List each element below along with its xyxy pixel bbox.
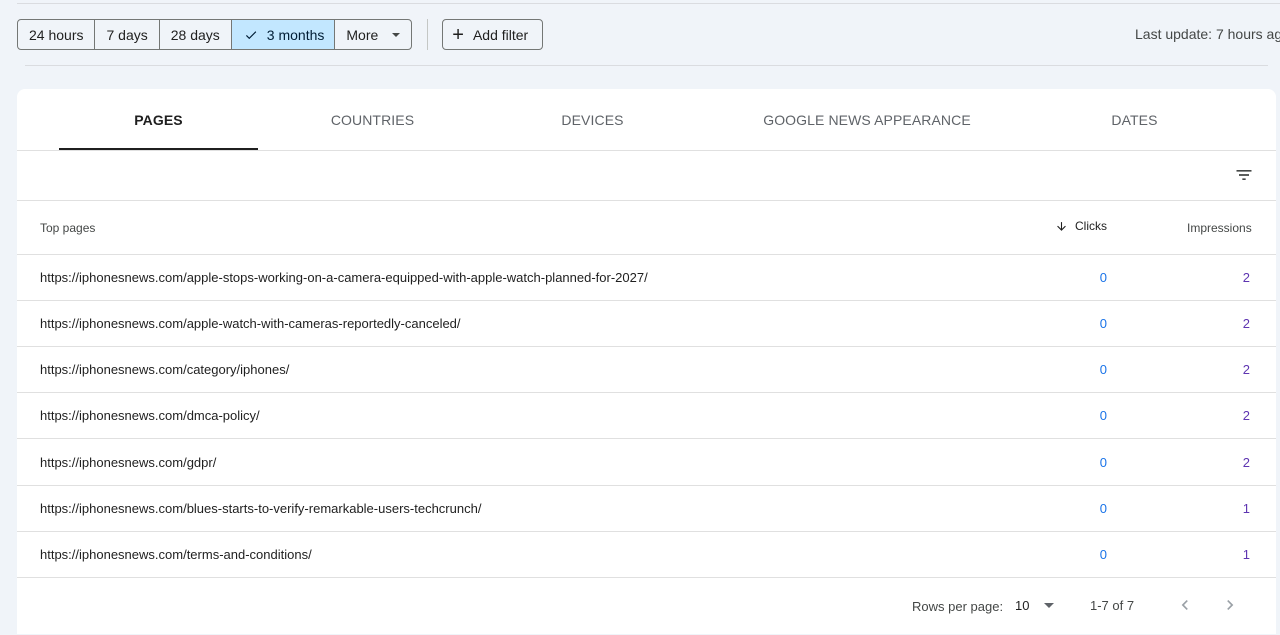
add-filter-label: Add filter xyxy=(472,26,529,43)
table-row[interactable]: https://iphonesnews.com/apple-watch-with… xyxy=(17,301,1276,347)
clicks-value: 0 xyxy=(1099,455,1107,470)
clicks-value: 0 xyxy=(1099,362,1107,377)
toolbar-bottom-divider xyxy=(25,65,1268,66)
chevron-down-icon[interactable] xyxy=(1044,603,1054,608)
tab-google-news-appearance[interactable]: GOOGLE NEWS APPEARANCE xyxy=(757,89,977,150)
clicks-value: 0 xyxy=(1099,408,1107,423)
date-range-selector: 24 hours 7 days 28 days 3 months More xyxy=(17,19,413,50)
clicks-value: 0 xyxy=(1099,547,1107,562)
clicks-value: 0 xyxy=(1099,501,1107,516)
impressions-value: 1 xyxy=(1242,547,1250,562)
toolbar-divider xyxy=(427,19,429,50)
table-row[interactable]: https://iphonesnews.com/dmca-policy/ 0 2 xyxy=(17,393,1276,439)
table-row[interactable]: https://iphonesnews.com/apple-stops-work… xyxy=(17,255,1276,301)
impressions-value: 1 xyxy=(1242,501,1250,516)
range-7-days-button[interactable]: 7 days xyxy=(95,20,160,49)
impressions-value: 2 xyxy=(1242,455,1250,470)
filter-toolbar: 24 hours 7 days 28 days 3 months More + … xyxy=(17,19,1280,50)
page-url[interactable]: https://iphonesnews.com/apple-stops-work… xyxy=(40,270,648,285)
check-icon xyxy=(245,30,257,39)
top-divider xyxy=(17,3,1280,4)
filter-list-icon[interactable] xyxy=(1234,165,1254,185)
tab-countries[interactable]: COUNTRIES xyxy=(273,89,472,150)
column-header-pages: Top pages xyxy=(40,221,96,235)
range-24-hours-button[interactable]: 24 hours xyxy=(18,20,96,49)
tab-dates[interactable]: DATES xyxy=(1035,89,1234,150)
column-header-clicks[interactable]: Clicks xyxy=(1055,219,1107,233)
impressions-value: 2 xyxy=(1242,270,1250,285)
plus-icon: + xyxy=(452,23,464,46)
impressions-value: 2 xyxy=(1242,316,1250,331)
table-row[interactable]: https://iphonesnews.com/terms-and-condit… xyxy=(17,532,1276,578)
table-row[interactable]: https://iphonesnews.com/gdpr/ 0 2 xyxy=(17,440,1276,486)
table-row[interactable]: https://iphonesnews.com/blues-starts-to-… xyxy=(17,486,1276,532)
chevron-down-icon xyxy=(392,32,401,37)
tab-label: PAGES xyxy=(134,111,183,128)
report-table-card: PAGES COUNTRIES DEVICES GOOGLE NEWS APPE… xyxy=(17,89,1276,634)
tab-label: GOOGLE NEWS APPEARANCE xyxy=(763,111,971,128)
range-label: 24 hours xyxy=(29,26,84,43)
active-tab-indicator xyxy=(59,148,258,150)
arrow-down-icon xyxy=(1057,221,1066,231)
more-ranges-button[interactable]: More xyxy=(335,20,411,49)
tab-label: DEVICES xyxy=(561,111,624,128)
page-url[interactable]: https://iphonesnews.com/gdpr/ xyxy=(40,455,216,470)
page-url[interactable]: https://iphonesnews.com/terms-and-condit… xyxy=(40,547,312,562)
clicks-value: 0 xyxy=(1099,270,1107,285)
clicks-header-label: Clicks xyxy=(1075,219,1107,233)
chevron-left-icon[interactable] xyxy=(1175,595,1195,615)
page-url[interactable]: https://iphonesnews.com/category/iphones… xyxy=(40,362,289,377)
range-label: 3 months xyxy=(266,26,325,43)
page-url[interactable]: https://iphonesnews.com/blues-starts-to-… xyxy=(40,501,481,516)
add-filter-button[interactable]: + Add filter xyxy=(442,19,544,50)
more-label: More xyxy=(346,26,379,43)
range-label: 7 days xyxy=(106,26,148,43)
rows-per-page-label: Rows per page: xyxy=(912,599,1004,614)
table-filter-bar xyxy=(17,151,1276,201)
last-update-text: Last update: 7 hours ago xyxy=(1135,26,1280,42)
tab-devices[interactable]: DEVICES xyxy=(493,89,692,150)
page-url[interactable]: https://iphonesnews.com/apple-watch-with… xyxy=(40,316,461,331)
impressions-value: 2 xyxy=(1242,408,1250,423)
impressions-value: 2 xyxy=(1242,362,1250,377)
pagination-range: 1-7 of 7 xyxy=(1090,598,1135,613)
chevron-right-icon[interactable] xyxy=(1220,595,1240,615)
rows-per-page-select[interactable]: 10 xyxy=(1015,598,1029,613)
column-header-impressions[interactable]: Impressions xyxy=(1187,221,1252,235)
tab-label: DATES xyxy=(1111,111,1158,128)
clicks-value: 0 xyxy=(1099,316,1107,331)
tab-label: COUNTRIES xyxy=(330,111,415,128)
range-28-days-button[interactable]: 28 days xyxy=(160,20,232,49)
range-label: 28 days xyxy=(170,26,220,43)
table-header: Top pages Clicks Impressions xyxy=(17,201,1276,255)
dimension-tabs: PAGES COUNTRIES DEVICES GOOGLE NEWS APPE… xyxy=(17,89,1276,151)
table-row[interactable]: https://iphonesnews.com/category/iphones… xyxy=(17,347,1276,393)
table-pagination: Rows per page: 10 1-7 of 7 xyxy=(17,581,1276,631)
page-url[interactable]: https://iphonesnews.com/dmca-policy/ xyxy=(40,408,260,423)
range-3-months-button[interactable]: 3 months xyxy=(231,20,336,49)
tab-pages[interactable]: PAGES xyxy=(59,89,258,150)
